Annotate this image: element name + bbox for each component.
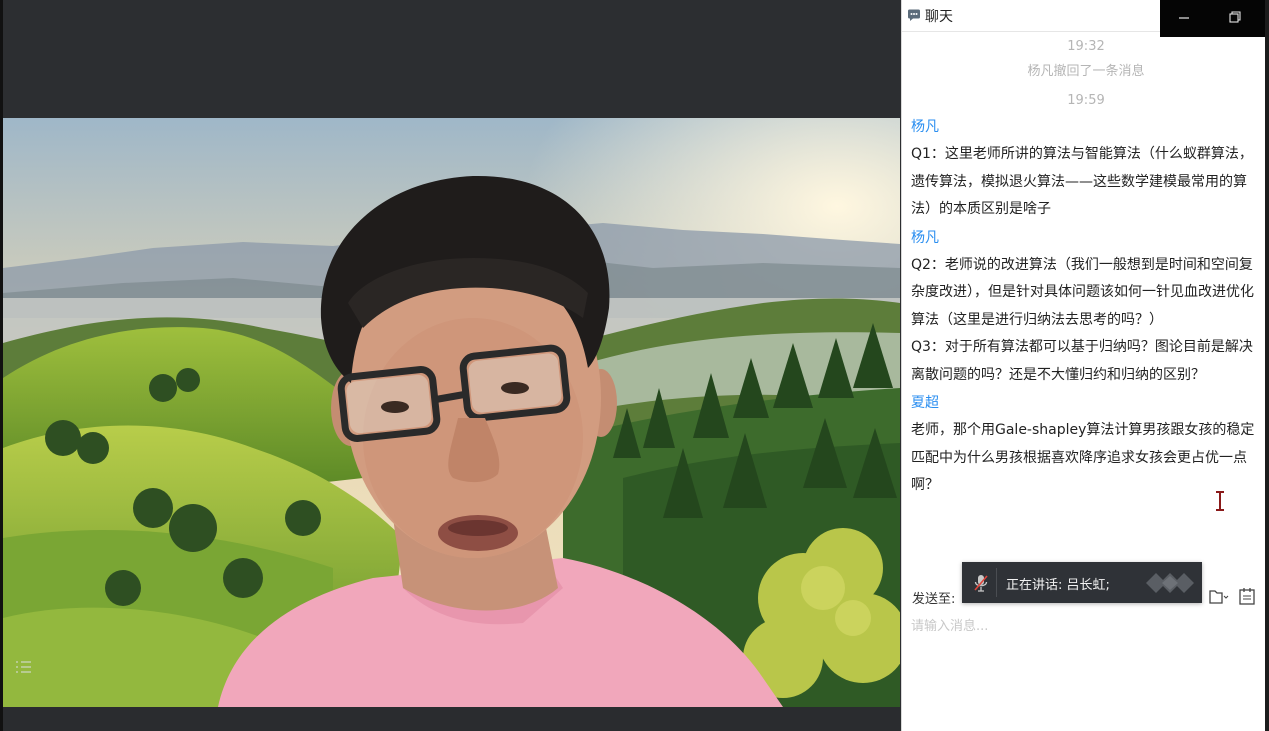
message-text: Q2：老师说的改进算法（我们一般想到是时间和空间复杂度改进），但是针对具体问题该… [911, 256, 1254, 328]
chat-panel: 聊天 19:32 杨凡撤回了一条消息 19:59 杨凡 Q1：这里老师所讲的算法… [901, 0, 1266, 731]
message-sender: 杨凡 [911, 229, 939, 246]
message-sender: 杨凡 [911, 119, 939, 135]
minimize-icon [1179, 17, 1189, 19]
restore-icon [1229, 11, 1241, 23]
toast-divider [996, 568, 997, 597]
document-icon[interactable] [1238, 587, 1256, 606]
video-image [3, 118, 900, 707]
video-area [0, 0, 901, 731]
speaking-text: 正在讲话: 吕长虹; [1006, 578, 1110, 593]
message-text: Q1：这里老师所讲的算法与智能算法（什么蚁群算法，遗传算法，模拟退火算法——这些… [911, 146, 1253, 217]
message-list: 19:32 杨凡撤回了一条消息 19:59 杨凡 Q1：这里老师所讲的算法与智能… [902, 34, 1265, 569]
minimize-button[interactable] [1160, 0, 1212, 37]
restore-button[interactable] [1212, 0, 1264, 37]
send-file-icon[interactable] [1208, 588, 1230, 606]
video-feed [3, 118, 900, 707]
message-timestamp: 19:32 [1067, 39, 1105, 54]
text-cursor-icon [1216, 491, 1224, 511]
speaker-avatars-icon [1146, 573, 1194, 593]
message-sender: 夏超 [911, 395, 939, 411]
message-timestamp: 19:59 [1067, 93, 1105, 108]
window-controls [1160, 0, 1266, 37]
message-text: Q3：对于所有算法都可以基于归纳吗？图论目前是解决离散问题的吗？还是不大懂归约和… [911, 339, 1253, 383]
recall-notice: 杨凡撤回了一条消息 [1027, 64, 1145, 79]
list-menu-icon[interactable] [12, 656, 34, 678]
chat-bubble-icon [908, 9, 920, 21]
message-text: 老师，那个用Gale-shapley算法计算男孩跟女孩的稳定匹配中为什么男孩根据… [911, 422, 1255, 493]
window-edge-right [1265, 0, 1269, 731]
speaking-indicator: 正在讲话: 吕长虹; [962, 562, 1202, 603]
video-bottom-strip [0, 707, 901, 731]
chat-title: 聊天 [925, 9, 953, 25]
message-input[interactable] [909, 613, 1263, 727]
send-to-label: 发送至: [912, 592, 956, 607]
muted-microphone-icon [974, 575, 988, 592]
window-edge-left [0, 0, 3, 731]
